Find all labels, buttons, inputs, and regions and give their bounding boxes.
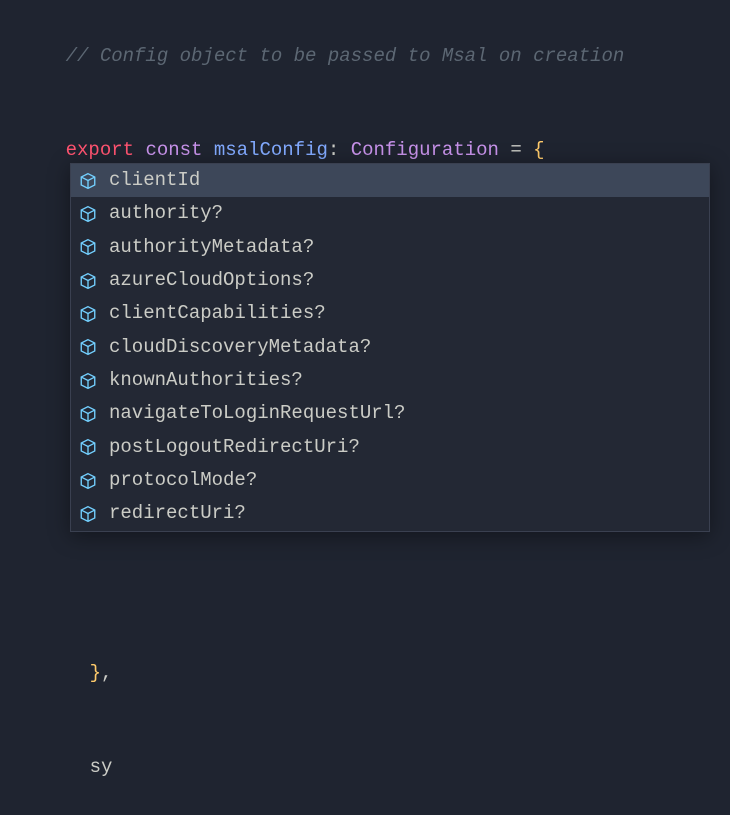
autocomplete-item[interactable]: postLogoutRedirectUri? (71, 431, 709, 464)
autocomplete-label: postLogoutRedirectUri? (109, 432, 360, 463)
field-icon (77, 236, 99, 258)
comma: , (101, 662, 112, 684)
brace-close: } (90, 662, 101, 684)
code-line: sy (20, 721, 730, 815)
autocomplete-item[interactable]: clientCapabilities? (71, 297, 709, 330)
autocomplete-item[interactable]: authorityMetadata? (71, 231, 709, 264)
autocomplete-item[interactable]: azureCloudOptions? (71, 264, 709, 297)
equals: = (510, 139, 521, 161)
autocomplete-label: clientCapabilities? (109, 298, 326, 329)
partial-text: sy (90, 756, 113, 778)
autocomplete-item[interactable]: authority? (71, 197, 709, 230)
keyword-export: export (66, 139, 134, 161)
code-line (20, 564, 730, 595)
autocomplete-item[interactable]: clientId (71, 164, 709, 197)
field-icon (77, 336, 99, 358)
autocomplete-label: authorityMetadata? (109, 232, 314, 263)
field-icon (77, 403, 99, 425)
autocomplete-label: authority? (109, 198, 223, 229)
autocomplete-label: azureCloudOptions? (109, 265, 314, 296)
code-line (20, 596, 730, 627)
autocomplete-popup[interactable]: clientId authority? authorityMetadata? a… (70, 163, 710, 532)
field-icon (77, 170, 99, 192)
autocomplete-label: clientId (109, 165, 200, 196)
brace-open: { (533, 139, 544, 161)
autocomplete-item[interactable]: knownAuthorities? (71, 364, 709, 397)
field-icon (77, 203, 99, 225)
autocomplete-label: knownAuthorities? (109, 365, 303, 396)
code-line: }, (20, 627, 730, 721)
autocomplete-item[interactable]: cloudDiscoveryMetadata? (71, 331, 709, 364)
identifier: msalConfig (214, 139, 328, 161)
autocomplete-item[interactable]: redirectUri? (71, 497, 709, 530)
colon: : (328, 139, 339, 161)
field-icon (77, 503, 99, 525)
field-icon (77, 470, 99, 492)
autocomplete-item[interactable]: navigateToLoginRequestUrl? (71, 397, 709, 430)
keyword-const: const (145, 139, 202, 161)
type-annotation: Configuration (351, 139, 499, 161)
code-line: // Config object to be passed to Msal on… (20, 10, 730, 104)
autocomplete-label: protocolMode? (109, 465, 257, 496)
comment-text: // Config object to be passed to Msal on… (66, 45, 625, 67)
field-icon (77, 303, 99, 325)
field-icon (77, 370, 99, 392)
autocomplete-label: cloudDiscoveryMetadata? (109, 332, 371, 363)
field-icon (77, 270, 99, 292)
field-icon (77, 436, 99, 458)
autocomplete-label: redirectUri? (109, 498, 246, 529)
autocomplete-label: navigateToLoginRequestUrl? (109, 398, 405, 429)
autocomplete-item[interactable]: protocolMode? (71, 464, 709, 497)
code-editor[interactable]: // Config object to be passed to Msal on… (0, 0, 730, 815)
